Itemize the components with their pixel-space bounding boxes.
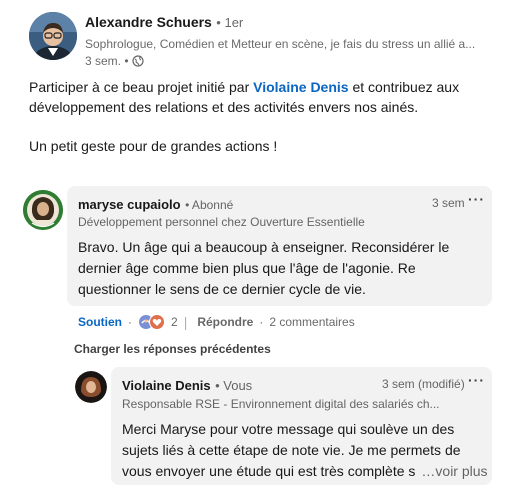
post-time: 3 sem. • (85, 54, 129, 68)
reply-time: 3 sem (modifié) (382, 377, 465, 391)
comment-line: questionner le sens de ce dernier cycle … (78, 281, 366, 297)
post-text-line2: développement des relations et des activ… (29, 99, 419, 115)
reply-author-headline: Responsable RSE - Environnement digital … (122, 397, 440, 411)
post-text-line3: Un petit geste pour de grandes actions ! (29, 138, 278, 154)
see-more-link[interactable]: …voir plus (421, 461, 487, 482)
commenter-name-row: maryse cupaiolo • Abonné (78, 196, 233, 214)
more-options-icon[interactable]: ··· (468, 191, 485, 207)
reply-line: Merci Maryse pour votre message qui soul… (122, 421, 455, 437)
reply-author-avatar[interactable] (75, 371, 107, 403)
mention-link[interactable]: Violaine Denis (253, 79, 348, 95)
load-previous-replies-button[interactable]: Charger les réponses précédentes (74, 342, 271, 356)
replies-count[interactable]: 2 commentaires (269, 315, 354, 329)
reply-line-last: vous envoyer une étude qui est très comp… (122, 461, 488, 482)
post-text: Participer à ce beau projet initié par V… (29, 77, 499, 117)
post-text-line1: Participer à ce beau projet initié par V… (29, 79, 460, 95)
reply-text: Merci Maryse pour votre message qui soul… (122, 419, 488, 482)
commenter-headline: Développement personnel chez Ouverture E… (78, 215, 365, 229)
reply-author-name[interactable]: Violaine Denis (122, 378, 211, 393)
comment-line: dernier âge comme bien plus que l'âge de… (78, 260, 416, 276)
author-name[interactable]: Alexandre Schuers (85, 14, 212, 30)
reaction-count[interactable]: 2 (171, 315, 178, 329)
support-reaction-button[interactable]: Soutien (78, 315, 122, 329)
reaction-icons[interactable] (138, 314, 165, 330)
author-avatar[interactable] (29, 12, 77, 60)
reply-author-relation: • Vous (215, 378, 253, 393)
comment-time: 3 sem (432, 196, 465, 210)
post-time-row: 3 sem. • (85, 54, 144, 70)
reply-button[interactable]: Répondre (197, 315, 253, 329)
reply-line: sujets liés à cette étape de note vie. J… (122, 442, 461, 458)
author-headline: Sophrologue, Comédien et Metteur en scèn… (85, 37, 476, 51)
commenter-relation: • Abonné (185, 198, 234, 212)
commenter-name[interactable]: maryse cupaiolo (78, 197, 181, 212)
comment-line: Bravo. Un âge qui a beaucoup à enseigner… (78, 239, 450, 255)
connection-degree: • 1er (216, 15, 244, 30)
reply-author-row: Violaine Denis • Vous (122, 377, 252, 395)
comment-actions: Soutien · 2 | Répondre · 2 commentaires (78, 314, 355, 330)
globe-icon (132, 55, 144, 70)
commenter-avatar[interactable] (23, 190, 63, 230)
comment-text: Bravo. Un âge qui a beaucoup à enseigner… (78, 237, 488, 300)
author-name-row: Alexandre Schuers • 1er (85, 14, 243, 32)
love-reaction-icon (149, 314, 165, 330)
more-options-icon[interactable]: ··· (468, 372, 485, 388)
actions-divider: | (183, 314, 188, 330)
